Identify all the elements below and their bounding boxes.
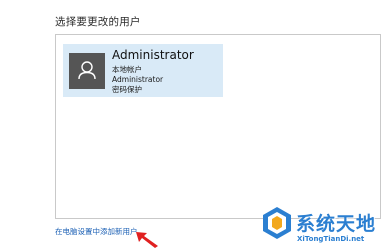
watermark-brand: 系统天地 — [296, 213, 377, 235]
add-user-link[interactable]: 在电脑设置中添加新用户 — [55, 226, 138, 237]
user-icon — [78, 61, 96, 80]
user-group: Administrator — [112, 75, 164, 84]
watermark-url: XiTongTianDi.net — [297, 235, 365, 243]
avatar — [69, 53, 105, 89]
page-title: 选择要更改的用户 — [55, 16, 141, 28]
user-card-administrator[interactable]: Administrator 本地帐户 Administrator 密码保护 — [63, 44, 223, 97]
user-account-type: 本地帐户 — [112, 65, 142, 74]
user-password-status: 密码保护 — [112, 85, 142, 94]
red-arrow-icon — [136, 232, 158, 248]
user-list-panel: Administrator 本地帐户 Administrator 密码保护 — [55, 34, 381, 219]
watermark: 系统天地 XiTongTianDi.net — [260, 205, 386, 249]
user-name: Administrator — [112, 48, 194, 62]
user-accounts-window: 选择要更改的用户 Administrator 本地帐户 Administrato… — [0, 0, 386, 249]
logo-icon — [263, 207, 291, 239]
